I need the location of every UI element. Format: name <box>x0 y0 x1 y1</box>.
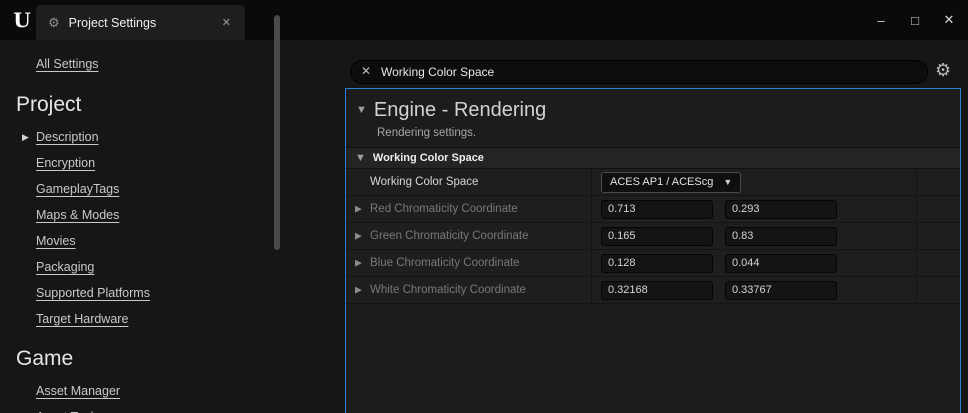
working-color-space-dropdown[interactable]: ACES AP1 / ACEScg ▼ <box>601 172 741 193</box>
green-x-field[interactable] <box>601 227 713 246</box>
setting-row-red-chromaticity: ▶ Red Chromaticity Coordinate <box>346 196 960 223</box>
white-y-field[interactable] <box>725 281 837 300</box>
setting-value-cell <box>591 277 916 303</box>
setting-label-text: Blue Chromaticity Coordinate <box>370 257 520 269</box>
category-working-color-space[interactable]: ▼ Working Color Space <box>346 147 960 169</box>
red-x-field[interactable] <box>601 200 713 219</box>
sidebar-item-gameplaytags[interactable]: GameplayTags <box>36 176 278 202</box>
tab-close-icon[interactable]: ✕ <box>218 14 235 31</box>
setting-label: ▶ White Chromaticity Coordinate <box>346 284 591 296</box>
panel-title: Engine - Rendering <box>374 97 546 123</box>
dropdown-value: ACES AP1 / ACEScg <box>610 176 713 188</box>
red-y-field[interactable] <box>725 200 837 219</box>
setting-label: Working Color Space <box>346 176 591 188</box>
sidebar-item-asset-tools[interactable]: Asset Tools <box>36 404 278 413</box>
maximize-button[interactable]: □ <box>898 0 932 40</box>
sidebar-item-encryption[interactable]: Encryption <box>36 150 278 176</box>
setting-value-cell: ACES AP1 / ACEScg ▼ <box>591 169 916 195</box>
project-settings-icon: ⚙ <box>48 16 60 29</box>
chevron-down-icon: ▼ <box>723 177 732 187</box>
sidebar-item-packaging[interactable]: Packaging <box>36 254 278 280</box>
sidebar-item-label: Description <box>36 130 99 144</box>
blue-y-field[interactable] <box>725 254 837 273</box>
setting-value-cell <box>591 223 916 249</box>
unreal-engine-logo-icon: U <box>11 8 33 32</box>
setting-label: ▶ Blue Chromaticity Coordinate <box>346 257 591 269</box>
reset-cell <box>916 169 960 195</box>
setting-row-green-chromaticity: ▶ Green Chromaticity Coordinate <box>346 223 960 250</box>
setting-row-white-chromaticity: ▶ White Chromaticity Coordinate <box>346 277 960 304</box>
window-titlebar: U ⚙ Project Settings ✕ – □ ✕ <box>0 0 968 40</box>
category-label: Working Color Space <box>373 152 484 164</box>
white-x-field[interactable] <box>601 281 713 300</box>
tab-project-settings[interactable]: ⚙ Project Settings ✕ <box>36 5 245 40</box>
reset-cell <box>916 277 960 303</box>
collapse-section-icon[interactable]: ▼ <box>356 105 367 116</box>
sidebar-item-supported-platforms[interactable]: Supported Platforms <box>36 280 278 306</box>
expand-icon[interactable]: ▶ <box>355 285 362 296</box>
minimize-button[interactable]: – <box>864 0 898 40</box>
window-controls: – □ ✕ <box>864 0 966 40</box>
setting-label: ▶ Green Chromaticity Coordinate <box>346 230 591 242</box>
sidebar-item-asset-manager[interactable]: Asset Manager <box>36 378 278 404</box>
settings-gear-icon[interactable]: ⚙ <box>935 60 951 81</box>
engine-rendering-panel: ▼ Engine - Rendering Rendering settings.… <box>345 88 961 413</box>
settings-sidebar: All Settings Project ▶Description Encryp… <box>0 40 278 413</box>
panel-header: ▼ Engine - Rendering Rendering settings. <box>346 89 960 147</box>
setting-value-cell <box>591 250 916 276</box>
sidebar-item-all-settings[interactable]: All Settings <box>36 54 278 74</box>
sidebar-item-maps-and-modes[interactable]: Maps & Modes <box>36 202 278 228</box>
setting-label: ▶ Red Chromaticity Coordinate <box>346 203 591 215</box>
setting-row-blue-chromaticity: ▶ Blue Chromaticity Coordinate <box>346 250 960 277</box>
setting-label-text: White Chromaticity Coordinate <box>370 284 526 296</box>
panel-subtitle: Rendering settings. <box>377 125 952 141</box>
reset-cell <box>916 250 960 276</box>
setting-label-text: Green Chromaticity Coordinate <box>370 230 529 242</box>
setting-row-working-color-space: Working Color Space ACES AP1 / ACEScg ▼ <box>346 169 960 196</box>
reset-cell <box>916 223 960 249</box>
collapse-category-icon[interactable]: ▼ <box>355 153 366 164</box>
tab-label: Project Settings <box>69 16 157 30</box>
search-input[interactable] <box>350 60 928 84</box>
close-button[interactable]: ✕ <box>932 0 966 40</box>
sidebar-item-movies[interactable]: Movies <box>36 228 278 254</box>
sidebar-item-description[interactable]: ▶Description <box>36 124 278 150</box>
setting-value-cell <box>591 196 916 222</box>
clear-search-icon[interactable]: ✕ <box>361 64 371 78</box>
blue-x-field[interactable] <box>601 254 713 273</box>
sidebar-section-project: Project <box>16 92 278 118</box>
sidebar-item-target-hardware[interactable]: Target Hardware <box>36 306 278 332</box>
reset-cell <box>916 196 960 222</box>
green-y-field[interactable] <box>725 227 837 246</box>
expand-icon[interactable]: ▶ <box>355 204 362 215</box>
expand-icon[interactable]: ▶ <box>355 231 362 242</box>
sidebar-section-game: Game <box>16 346 278 372</box>
expand-icon[interactable]: ▶ <box>355 258 362 269</box>
sidebar-scrollbar[interactable] <box>274 15 280 250</box>
setting-label-text: Red Chromaticity Coordinate <box>370 203 518 215</box>
expand-icon[interactable]: ▶ <box>22 124 32 150</box>
search-bar: ✕ <box>350 60 928 84</box>
